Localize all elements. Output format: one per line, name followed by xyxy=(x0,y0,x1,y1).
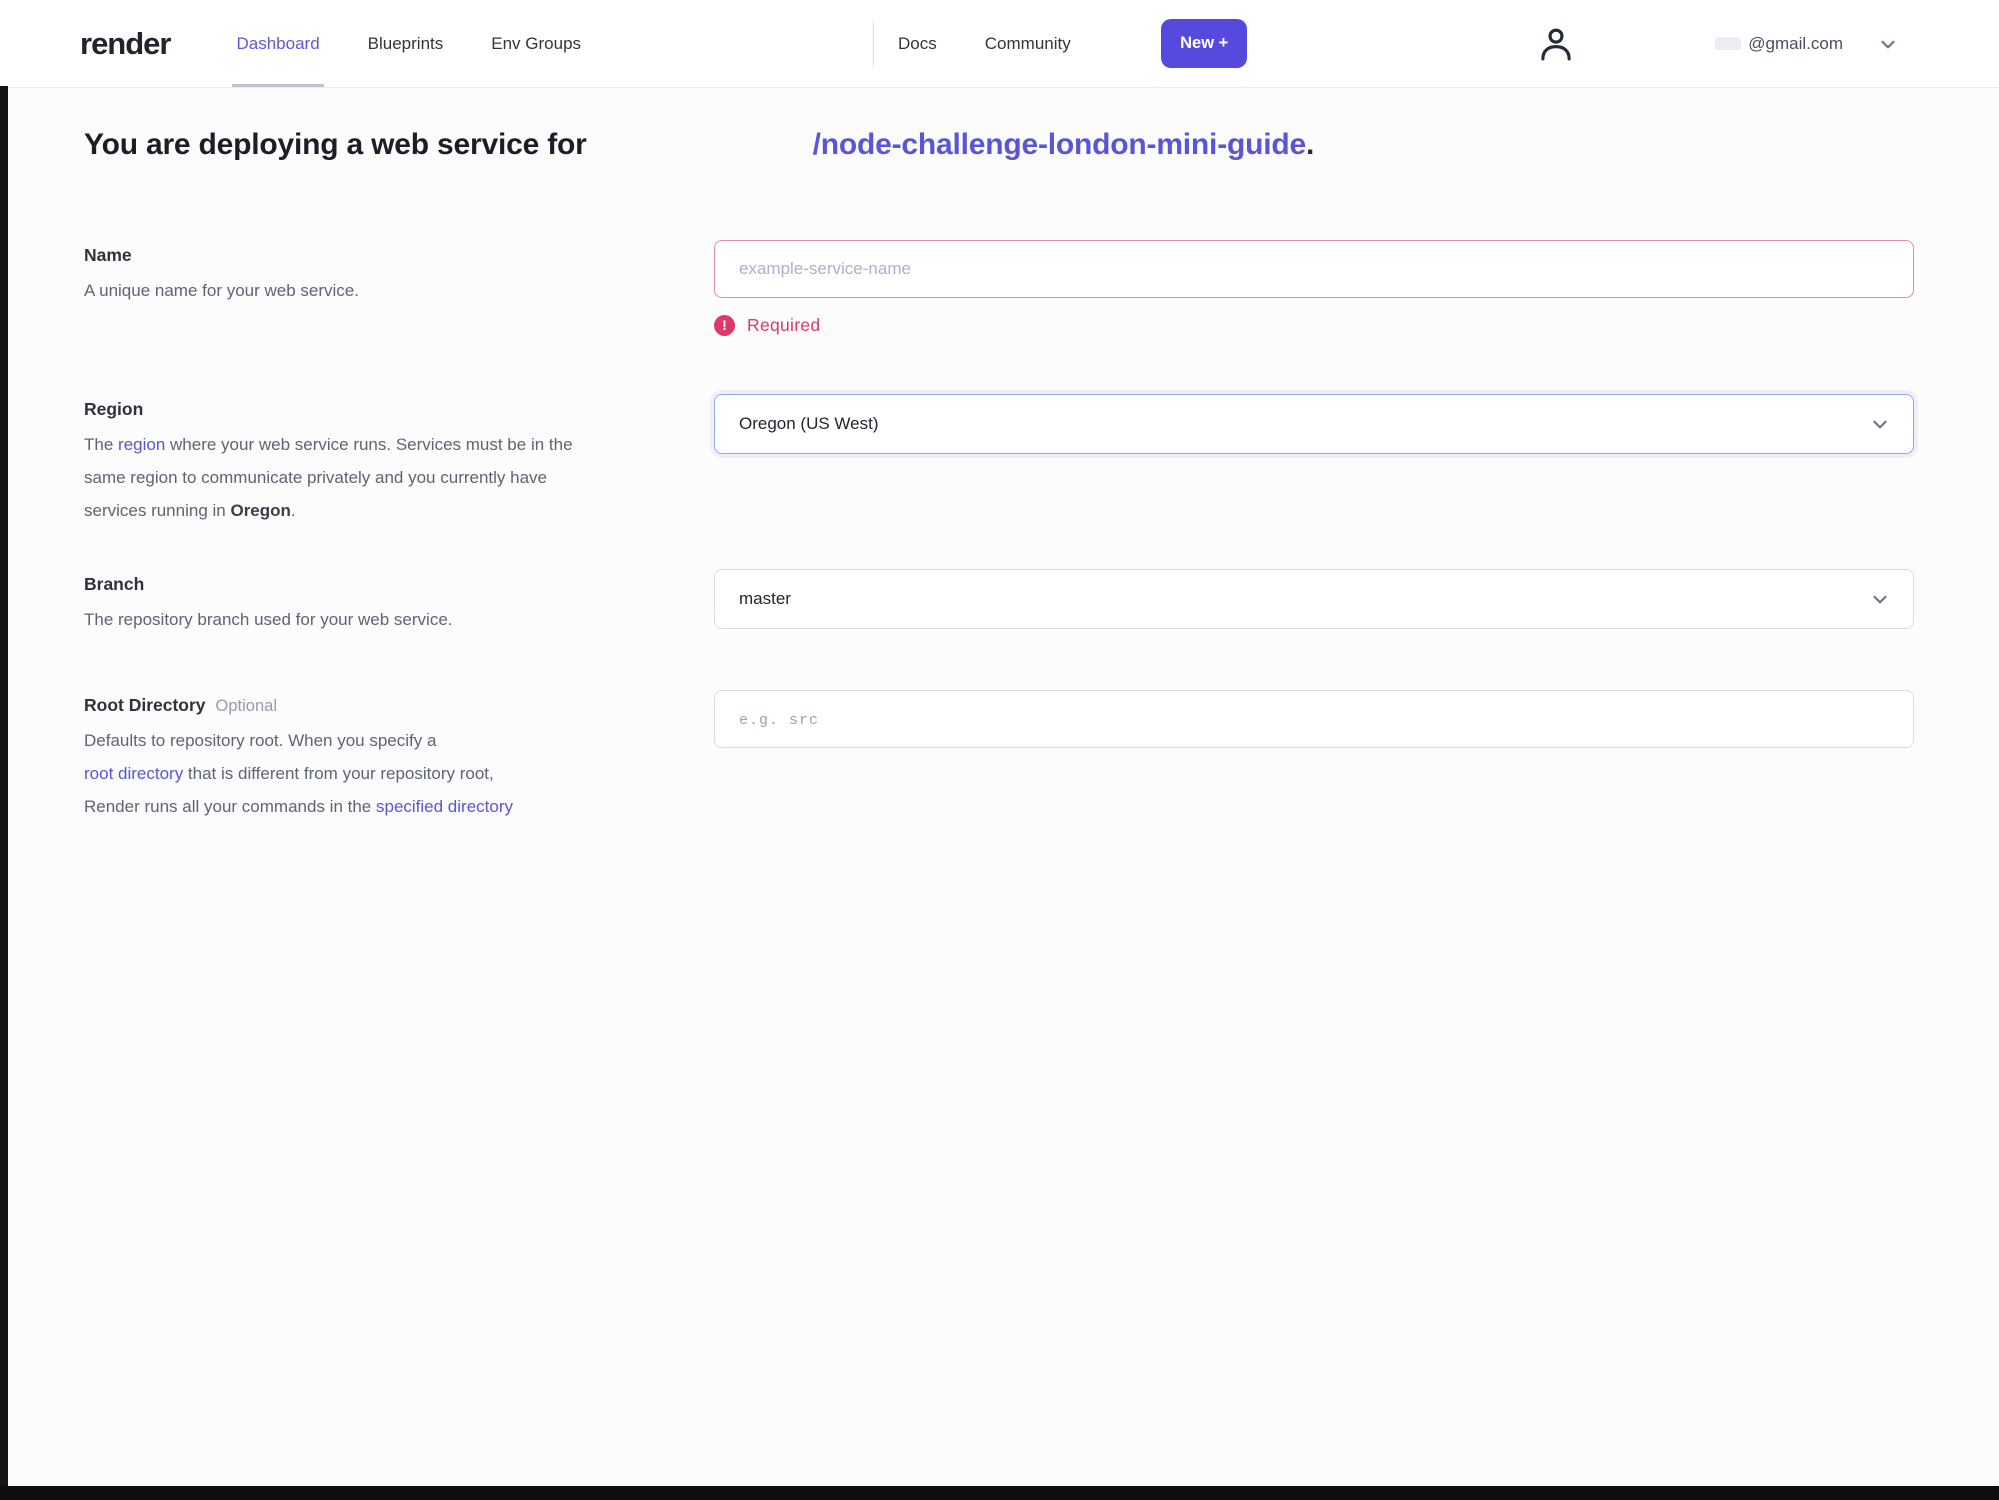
region-desc-oregon: Oregon xyxy=(230,501,291,520)
chevron-down-icon xyxy=(1869,588,1891,610)
name-label: Name xyxy=(84,245,132,265)
region-desc-text: The xyxy=(84,435,119,454)
chevron-down-icon[interactable] xyxy=(1877,33,1899,55)
branch-select[interactable]: master xyxy=(714,569,1914,629)
root-directory-label: Root Directory Optional xyxy=(84,695,609,716)
account-email: @gmail.com xyxy=(1748,33,1843,53)
region-desc-link[interactable]: region xyxy=(118,435,165,454)
nav-item-env-groups[interactable]: Env Groups xyxy=(487,0,585,87)
name-description: A unique name for your web service. xyxy=(84,281,359,300)
root-directory-link[interactable]: root directory xyxy=(84,764,183,783)
user-icon[interactable] xyxy=(1535,22,1577,66)
region-description: The region where your web service runs. … xyxy=(84,428,609,527)
root-directory-label-text: Root Directory xyxy=(84,695,206,715)
account-menu[interactable]: @gmail.com xyxy=(1715,33,1899,55)
name-error-row: ! Required xyxy=(714,315,1914,336)
nav-item-blueprints[interactable]: Blueprints xyxy=(364,0,448,87)
root-desc-line-2: root directory that is different from yo… xyxy=(84,757,609,790)
page-title-suffix: . xyxy=(1305,128,1315,161)
nav-item-docs[interactable]: Docs xyxy=(894,0,941,87)
root-desc-line-3: Render runs all your commands in the spe… xyxy=(84,790,609,823)
new-button[interactable]: New + xyxy=(1161,19,1248,68)
render-logo[interactable]: render xyxy=(80,26,171,62)
region-label: Region xyxy=(84,399,144,419)
nav-item-dashboard[interactable]: Dashboard xyxy=(232,0,324,87)
left-edge-bar xyxy=(0,86,8,1500)
repo-link[interactable]: /node-challenge-london-mini-guide xyxy=(813,128,1307,161)
name-field-row: Name A unique name for your web service.… xyxy=(84,240,1999,336)
region-field-row: Region The region where your web service… xyxy=(84,394,1999,527)
region-desc-period: . xyxy=(290,501,296,520)
root-directory-field-row: Root Directory Optional Defaults to repos… xyxy=(84,690,1999,823)
root-desc-line-1: Defaults to repository root. When you sp… xyxy=(84,731,437,750)
error-exclamation-icon: ! xyxy=(714,315,735,336)
root-directory-description: Defaults to repository root. When you sp… xyxy=(84,724,609,823)
service-name-input[interactable] xyxy=(714,240,1914,298)
branch-select-value: master xyxy=(739,589,791,608)
root-directory-input[interactable] xyxy=(714,690,1914,748)
optional-tag: Optional xyxy=(215,697,278,715)
name-error-text: Required xyxy=(747,315,821,335)
nav-item-community[interactable]: Community xyxy=(981,0,1075,87)
deploy-form-page: You are deploying a web service for/node… xyxy=(0,88,1999,823)
primary-nav: Dashboard Blueprints Env Groups Docs Com… xyxy=(232,0,1114,87)
top-nav-bar: render Dashboard Blueprints Env Groups D… xyxy=(0,0,1999,88)
region-select-value: Oregon (US West) xyxy=(739,414,879,433)
branch-label: Branch xyxy=(84,574,145,594)
redacted-username xyxy=(1715,37,1742,50)
branch-description: The repository branch used for your web … xyxy=(84,610,453,629)
bottom-edge-bar xyxy=(0,1486,1999,1500)
root-desc-line-3-text: Render runs all your commands in the xyxy=(84,797,376,816)
nav-divider xyxy=(873,20,875,67)
specified-directory-link[interactable]: specified directory xyxy=(376,797,513,816)
root-desc-line-2-rest: that is different from your repository r… xyxy=(183,764,494,783)
page-title-prefix: You are deploying a web service for xyxy=(84,128,587,161)
branch-field-row: Branch The repository branch used for yo… xyxy=(84,569,1999,636)
page-title: You are deploying a web service for/node… xyxy=(84,128,1999,162)
region-select[interactable]: Oregon (US West) xyxy=(714,394,1914,454)
web-service-form: Name A unique name for your web service.… xyxy=(84,240,1999,823)
chevron-down-icon xyxy=(1869,413,1891,435)
